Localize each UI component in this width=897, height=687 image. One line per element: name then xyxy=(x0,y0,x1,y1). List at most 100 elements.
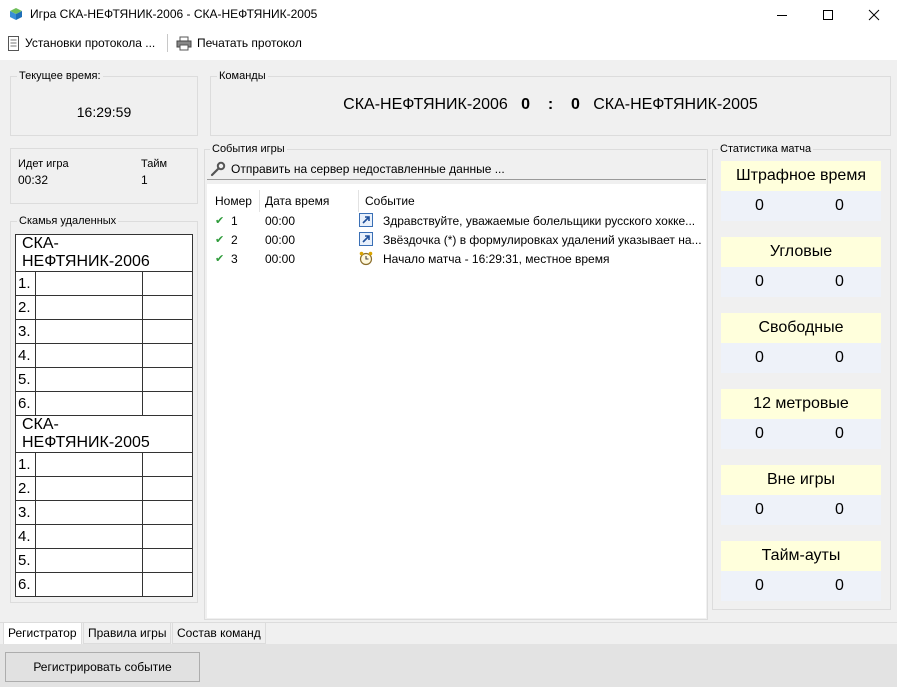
stat-home-value: 0 xyxy=(755,577,764,594)
bench-row: 2. xyxy=(15,476,193,501)
minimize-button[interactable] xyxy=(759,0,805,30)
bench-time-cell[interactable] xyxy=(142,391,193,416)
bench-player-cell[interactable] xyxy=(35,524,143,549)
bench-row-number: 6. xyxy=(15,391,36,416)
event-time: 00:00 xyxy=(265,252,296,266)
stat-title: Тайм-ауты xyxy=(721,541,881,571)
close-button[interactable] xyxy=(851,0,897,30)
event-time: 00:00 xyxy=(265,214,296,228)
bench-time-cell[interactable] xyxy=(142,524,193,549)
home-score: 0 xyxy=(521,96,531,113)
stat-title: Вне игры xyxy=(721,465,881,495)
event-text: Здравствуйте, уважаемые болельщики русск… xyxy=(383,214,696,228)
print-protocol-label: Печатать протокол xyxy=(197,36,302,50)
game-running-label: Идет игра xyxy=(18,158,69,170)
bench-row: 1. xyxy=(15,452,193,477)
bench-row-number: 1. xyxy=(15,452,36,477)
column-header-event[interactable]: Событие xyxy=(365,194,415,208)
game-running-value: 00:32 xyxy=(18,173,49,187)
bench-row: 1. xyxy=(15,271,193,296)
stat-away-value: 0 xyxy=(835,577,844,594)
stat-home-value: 0 xyxy=(755,425,764,442)
close-icon xyxy=(868,9,880,21)
bench-time-cell[interactable] xyxy=(142,452,193,477)
current-time-label: Текущее время: xyxy=(17,69,103,83)
home-team-name: СКА-НЕФТЯНИК-2006 xyxy=(343,96,508,113)
current-time-value: 16:29:59 xyxy=(76,104,132,120)
bench-row: 3. xyxy=(15,500,193,525)
stat-values: 0 0 xyxy=(721,419,881,449)
column-separator[interactable] xyxy=(358,190,359,212)
bench-player-cell[interactable] xyxy=(35,500,143,525)
bench-time-cell[interactable] xyxy=(142,343,193,368)
check-icon: ✔ xyxy=(215,253,225,265)
bench-time-cell[interactable] xyxy=(142,295,193,320)
bench-player-cell[interactable] xyxy=(35,548,143,573)
stat-away-value: 0 xyxy=(835,273,844,290)
bench-row: 6. xyxy=(15,572,193,597)
column-separator[interactable] xyxy=(259,190,260,212)
tab-game-rules[interactable]: Правила игры xyxy=(83,623,172,644)
bench-player-cell[interactable] xyxy=(35,271,143,296)
register-event-button[interactable]: Регистрировать событие xyxy=(5,652,200,682)
bench-player-cell[interactable] xyxy=(35,452,143,477)
teams-label: Команды xyxy=(217,69,268,83)
bench-player-cell[interactable] xyxy=(35,343,143,368)
title-bar: Игра СКА-НЕФТЯНИК-2006 - СКА-НЕФТЯНИК-20… xyxy=(0,0,897,30)
event-number: 1 xyxy=(231,214,238,228)
bench-time-cell[interactable] xyxy=(142,500,193,525)
bench-row-number: 1. xyxy=(15,271,36,296)
protocol-settings-label: Установки протокола ... xyxy=(25,36,156,50)
arrow-icon xyxy=(359,232,373,246)
bench-team-name: СКА-НЕФТЯНИК-2005 xyxy=(15,415,193,453)
bench-player-cell[interactable] xyxy=(35,476,143,501)
bench-player-cell[interactable] xyxy=(35,319,143,344)
bench-time-cell[interactable] xyxy=(142,572,193,597)
bench-time-cell[interactable] xyxy=(142,271,193,296)
bench-player-cell[interactable] xyxy=(35,295,143,320)
stat-home-value: 0 xyxy=(755,349,764,366)
tab-team-roster[interactable]: Состав команд xyxy=(172,623,266,644)
bench-row-number: 5. xyxy=(15,367,36,392)
arrow-icon xyxy=(359,213,373,227)
stat-title: Угловые xyxy=(721,237,881,267)
events-list[interactable]: Номер Дата время Событие ✔ 1 00:00 Здрав… xyxy=(207,184,706,618)
toolbar-separator xyxy=(167,34,168,52)
maximize-icon xyxy=(823,10,833,20)
bench-time-cell[interactable] xyxy=(142,548,193,573)
bench-player-cell[interactable] xyxy=(35,572,143,597)
minimize-icon xyxy=(777,15,787,16)
tab-registrar[interactable]: Регистратор xyxy=(3,623,82,645)
print-protocol-button[interactable]: Печатать протокол xyxy=(176,34,302,52)
bench-row: 3. xyxy=(15,319,193,344)
penalty-bench-label: Скамья удаленных xyxy=(17,214,119,228)
column-header-number[interactable]: Номер xyxy=(215,194,252,208)
bench-time-cell[interactable] xyxy=(142,367,193,392)
bench-row: 2. xyxy=(15,295,193,320)
bench-row-number: 5. xyxy=(15,548,36,573)
protocol-settings-button[interactable]: Установки протокола ... xyxy=(7,34,155,52)
bench-time-cell[interactable] xyxy=(142,476,193,501)
event-row[interactable]: ✔ 3 00:00 Начало матча - 16:29:31, местн… xyxy=(207,250,706,269)
score-separator: : xyxy=(547,96,554,113)
document-icon xyxy=(8,35,19,51)
event-number: 2 xyxy=(231,233,238,247)
send-undelivered-button[interactable]: Отправить на сервер недоставленные данны… xyxy=(207,158,706,180)
event-row[interactable]: ✔ 1 00:00 Здравствуйте, уважаемые болель… xyxy=(207,212,706,231)
bench-player-cell[interactable] xyxy=(35,367,143,392)
stat-home-value: 0 xyxy=(755,501,764,518)
bench-row: 5. xyxy=(15,367,193,392)
stat-values: 0 0 xyxy=(721,191,881,221)
toolbar: Установки протокола ... Печатать протоко… xyxy=(0,30,897,56)
bench-player-cell[interactable] xyxy=(35,391,143,416)
printer-icon xyxy=(176,36,192,50)
bench-row-number: 2. xyxy=(15,295,36,320)
event-row[interactable]: ✔ 2 00:00 Звёздочка (*) в формулировках … xyxy=(207,231,706,250)
maximize-button[interactable] xyxy=(805,0,851,30)
alarm-clock-icon xyxy=(359,251,373,266)
event-time: 00:00 xyxy=(265,233,296,247)
bench-time-cell[interactable] xyxy=(142,319,193,344)
bench-row: 5. xyxy=(15,548,193,573)
column-header-datetime[interactable]: Дата время xyxy=(265,194,329,208)
bench-row: 6. xyxy=(15,391,193,416)
